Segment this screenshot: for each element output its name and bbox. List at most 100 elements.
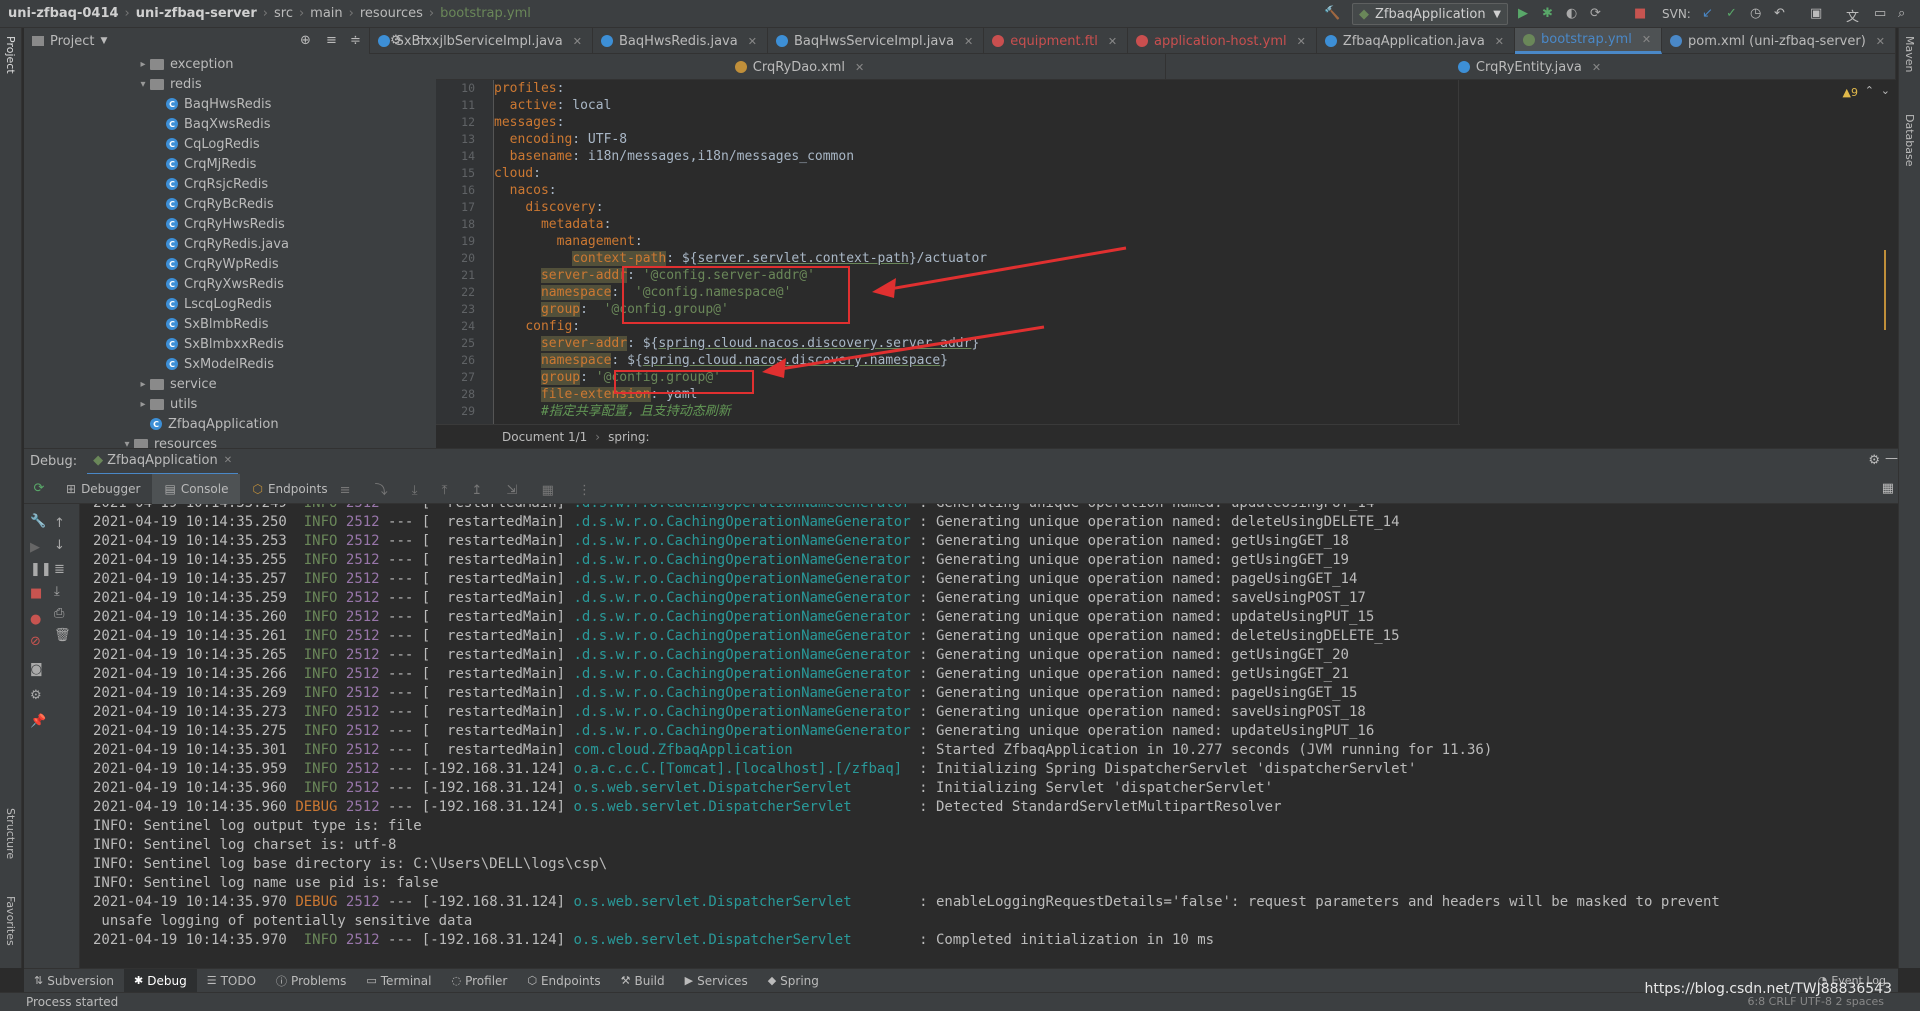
log-logger[interactable]: .d.s.w.r.o.CachingOperationNameGenerator bbox=[574, 552, 911, 568]
tree-class[interactable]: C BaqHwsRedis bbox=[24, 94, 436, 114]
warning-count-badge[interactable]: ▲9 bbox=[1843, 86, 1858, 99]
editor-tab[interactable]: CrqRyDao.xml ✕ bbox=[436, 54, 1166, 80]
tool-tab-services[interactable]: ▶ Services bbox=[675, 969, 758, 993]
tree-class[interactable]: C SxBlmbRedis bbox=[24, 314, 436, 334]
expand-all-icon[interactable]: ≡ bbox=[326, 33, 337, 48]
tool-tab-problems[interactable]: ⓘ Problems bbox=[266, 969, 356, 993]
close-icon[interactable]: ✕ bbox=[1592, 61, 1601, 74]
tree-folder[interactable]: ▸ utils bbox=[24, 394, 436, 414]
down-icon[interactable]: ↓ bbox=[54, 538, 65, 553]
log-logger[interactable]: .d.s.w.r.o.CachingOperationNameGenerator bbox=[574, 666, 911, 682]
status-right-info[interactable]: 6:8 CRLF UTF-8 2 spaces bbox=[1747, 995, 1884, 1008]
code-line[interactable]: basename: i18n/messages,i18n/messages_co… bbox=[494, 148, 1458, 165]
breadcrumb-item[interactable]: uni-zfbaq-server bbox=[136, 6, 257, 21]
log-logger[interactable]: o.s.web.servlet.DispatcherServlet bbox=[574, 780, 911, 796]
tool-tab-subversion[interactable]: ⇅ Subversion bbox=[24, 969, 124, 993]
close-icon[interactable]: ✕ bbox=[1642, 33, 1651, 46]
translate-icon[interactable]: 文 bbox=[1846, 6, 1859, 25]
log-logger[interactable]: o.s.web.servlet.DispatcherServlet bbox=[574, 894, 911, 910]
code-line[interactable]: metadata: bbox=[494, 216, 1458, 233]
breadcrumb-item[interactable]: resources bbox=[360, 6, 423, 21]
tree-class[interactable]: C CrqRsjcRedis bbox=[24, 174, 436, 194]
code-line[interactable]: namespace: ${spring.cloud.nacos.discover… bbox=[494, 352, 1458, 369]
log-logger[interactable]: o.s.web.servlet.DispatcherServlet bbox=[574, 932, 911, 948]
tree-class[interactable]: C ZfbaqApplication bbox=[24, 414, 436, 434]
window-icon[interactable]: ▭ bbox=[1874, 6, 1886, 21]
run-icon[interactable]: ▶ bbox=[1518, 6, 1528, 21]
structure-side-tab[interactable]: Structure bbox=[4, 808, 17, 859]
coverage-icon[interactable]: ◐ bbox=[1566, 6, 1577, 21]
project-panel-title[interactable]: Project bbox=[50, 34, 94, 49]
rerun-icon[interactable]: ⟳ bbox=[24, 481, 54, 496]
log-logger[interactable]: .d.s.w.r.o.CachingOperationNameGenerator bbox=[574, 514, 911, 530]
search-icon[interactable]: ⌕ bbox=[1898, 6, 1905, 21]
stop-icon[interactable]: ■ bbox=[30, 586, 42, 601]
close-icon[interactable]: ✕ bbox=[1495, 35, 1504, 48]
pause-icon[interactable]: ❚❚ bbox=[30, 562, 52, 577]
wrench-icon[interactable]: 🔧 bbox=[30, 514, 46, 529]
tree-folder[interactable]: ▸ service bbox=[24, 374, 436, 394]
chevron-right-icon[interactable]: ▸ bbox=[136, 379, 150, 390]
log-logger[interactable]: com.cloud.ZfbaqApplication bbox=[574, 742, 911, 758]
tree-class[interactable]: C CrqRyXwsRedis bbox=[24, 274, 436, 294]
mute-breakpoints-icon[interactable]: ⊘ bbox=[30, 634, 41, 649]
code-line[interactable]: active: local bbox=[494, 97, 1458, 114]
tree-class[interactable]: C CrqMjRedis bbox=[24, 154, 436, 174]
svn-update-icon[interactable]: ↙ bbox=[1702, 6, 1713, 21]
project-tree[interactable]: ▸ exception ▾ redis C BaqHwsRedis C BaqXwsRedis… bbox=[24, 54, 436, 448]
view-breakpoints-icon[interactable]: ● bbox=[30, 612, 41, 627]
code-editor-split[interactable]: ▲9 ⌃ ⌄ bbox=[1458, 80, 1898, 424]
revert-icon[interactable]: ↶ bbox=[1774, 6, 1785, 21]
close-icon[interactable]: ✕ bbox=[964, 35, 973, 48]
history-icon[interactable]: ◷ bbox=[1750, 6, 1761, 21]
console-output[interactable]: 2021-04-19 10:14:35.249 INFO 2512 --- [ … bbox=[80, 504, 1898, 968]
settings-icon[interactable]: ⚙ bbox=[30, 688, 42, 703]
minimize-icon[interactable]: — bbox=[1885, 451, 1898, 466]
code-line[interactable]: server-addr: ${spring.cloud.nacos.discov… bbox=[494, 335, 1458, 352]
log-logger[interactable]: o.a.c.c.C.[Tomcat].[localhost].[/zfbaq] bbox=[574, 761, 911, 777]
editor-tab[interactable]: BaqHwsRedis.java ✕ bbox=[593, 28, 768, 54]
tree-class[interactable]: C CrqRyWpRedis bbox=[24, 254, 436, 274]
favorites-side-tab[interactable]: Favorites bbox=[4, 896, 17, 946]
editor-tab[interactable]: CrqRyEntity.java ✕ bbox=[1166, 54, 1896, 80]
code-line[interactable]: context-path: ${server.servlet.context-p… bbox=[494, 250, 1458, 267]
code-line[interactable]: cloud: bbox=[494, 165, 1458, 182]
tree-class[interactable]: C SxModelRedis bbox=[24, 354, 436, 374]
svn-commit-icon[interactable]: ✓ bbox=[1726, 6, 1737, 21]
scroll-to-end-icon[interactable]: ⤓ bbox=[54, 584, 60, 599]
pin-icon[interactable]: 📌 bbox=[30, 714, 46, 729]
tree-class[interactable]: C CrqRyHwsRedis bbox=[24, 214, 436, 234]
editor-tab[interactable]: application-host.yml ✕ bbox=[1128, 28, 1317, 54]
debug-icon[interactable]: ✱ bbox=[1542, 6, 1553, 21]
close-icon[interactable]: ✕ bbox=[573, 35, 582, 48]
run-configuration-select[interactable]: ◆ ZfbaqApplication ▼ bbox=[1352, 3, 1508, 25]
breadcrumb-item[interactable]: uni-zfbaq-0414 bbox=[8, 6, 119, 21]
tree-folder[interactable]: ▸ exception bbox=[24, 54, 436, 74]
close-icon[interactable]: ✕ bbox=[748, 35, 757, 48]
close-icon[interactable]: ✕ bbox=[1876, 35, 1885, 48]
chevron-down-icon[interactable]: ▾ bbox=[120, 439, 134, 449]
locate-icon[interactable]: ⊕ bbox=[300, 33, 311, 48]
tool-tab-profiler[interactable]: ◌ Profiler bbox=[441, 969, 517, 993]
project-structure-icon[interactable]: ▣ bbox=[1810, 6, 1822, 21]
log-logger[interactable]: o.s.web.servlet.DispatcherServlet bbox=[574, 799, 911, 815]
chevron-down-icon[interactable]: ▾ bbox=[136, 79, 150, 90]
tool-tab-debug[interactable]: ✱ Debug bbox=[124, 968, 197, 993]
log-logger[interactable]: .d.s.w.r.o.CachingOperationNameGenerator bbox=[574, 704, 911, 720]
debug-session-tab[interactable]: ◆ ZfbaqApplication ✕ bbox=[87, 449, 239, 475]
minimize-icon[interactable]: — bbox=[416, 31, 429, 46]
log-logger[interactable]: .d.s.w.r.o.CachingOperationNameGenerator bbox=[574, 685, 911, 701]
chevron-down-icon[interactable]: ▼ bbox=[100, 36, 107, 46]
code-line[interactable]: encoding: UTF-8 bbox=[494, 131, 1458, 148]
tree-folder[interactable]: ▾ resources bbox=[24, 434, 436, 448]
close-icon[interactable]: ✕ bbox=[1108, 35, 1117, 48]
camera-icon[interactable]: ◙ bbox=[30, 662, 43, 677]
log-logger[interactable]: .d.s.w.r.o.CachingOperationNameGenerator bbox=[574, 723, 911, 739]
tool-tab-endpoints[interactable]: ⬡ Endpoints bbox=[517, 969, 610, 993]
project-side-tab[interactable]: Project bbox=[4, 36, 17, 74]
tool-tab-build[interactable]: ⚒ Build bbox=[611, 969, 675, 993]
debug-tab-endpoints[interactable]: ⬡ Endpoints bbox=[240, 474, 339, 504]
log-logger[interactable]: .d.s.w.r.o.CachingOperationNameGenerator bbox=[574, 609, 911, 625]
chevron-right-icon[interactable]: ▸ bbox=[136, 59, 150, 70]
log-logger[interactable]: .d.s.w.r.o.CachingOperationNameGenerator bbox=[574, 571, 911, 587]
